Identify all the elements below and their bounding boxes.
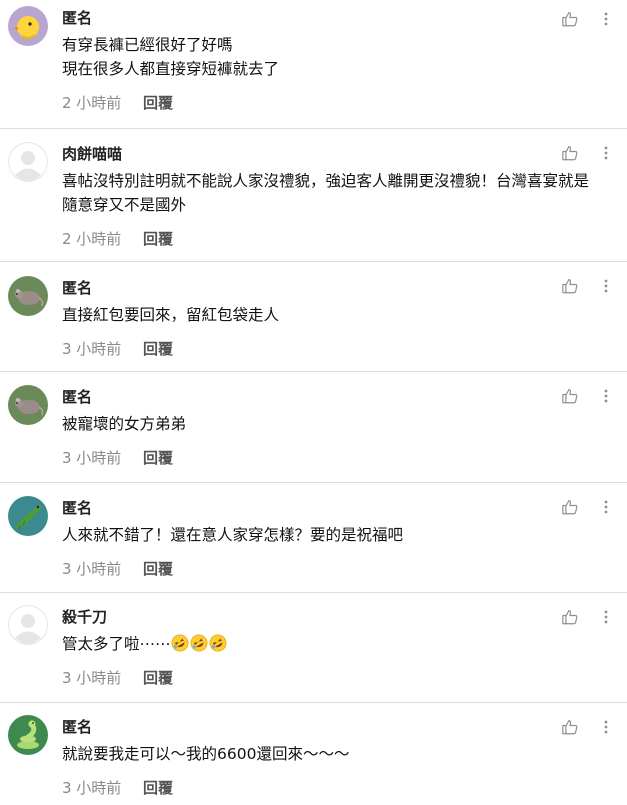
default-user-icon[interactable] (8, 142, 48, 182)
comment-author[interactable]: 匿名 (62, 498, 627, 518)
comment-item: 匿名就說要我走可以～我的6600還回來～～～ 3 小時前 回覆 (0, 702, 627, 805)
reply-button[interactable]: 回覆 (143, 92, 173, 113)
default-user-icon[interactable] (8, 605, 48, 645)
comment-meta: 3 小時前 回覆 (62, 446, 627, 468)
comment-meta: 3 小時前 回覆 (62, 776, 627, 798)
comment-meta: 3 小時前 回覆 (62, 557, 627, 579)
comment-text: 直接紅包要回來，留紅包袋走人 (62, 306, 280, 324)
comment-item: 肉餅喵喵喜帖沒特別註明就不能說人家沒禮貌，強迫客人離開更沒禮貌！台灣喜宴就是 隨… (0, 128, 627, 261)
more-vertical-icon[interactable] (601, 716, 611, 738)
reply-button[interactable]: 回覆 (143, 558, 173, 579)
comment-author[interactable]: 肉餅喵喵 (62, 144, 627, 164)
timestamp: 2 小時前 (62, 93, 122, 112)
more-vertical-icon[interactable] (601, 275, 611, 297)
more-vertical-icon[interactable] (601, 142, 611, 164)
comment-author[interactable]: 匿名 (62, 8, 627, 28)
comment-item: 匿名直接紅包要回來，留紅包袋走人 3 小時前 回覆 (0, 261, 627, 371)
thumbs-up-icon[interactable] (559, 142, 581, 164)
thumbs-up-icon[interactable] (559, 606, 581, 628)
comment-meta: 2 小時前 回覆 (62, 227, 627, 249)
comment-item: 匿名被寵壞的女方弟弟 3 小時前 回覆 (0, 371, 627, 482)
comment-meta: 3 小時前 回覆 (62, 666, 627, 688)
more-vertical-icon[interactable] (601, 606, 611, 628)
comment-item: 殺千刀管太多了啦⋯⋯ 3 小時前 回覆 (0, 592, 627, 702)
chick-icon[interactable] (8, 6, 48, 46)
thumbs-up-icon[interactable] (559, 385, 581, 407)
thumbs-up-icon[interactable] (559, 716, 581, 738)
comment-meta: 3 小時前 回覆 (62, 337, 627, 359)
timestamp: 3 小時前 (62, 778, 122, 797)
more-vertical-icon[interactable] (601, 496, 611, 518)
crocodile-icon[interactable] (8, 496, 48, 536)
reply-button[interactable]: 回覆 (143, 777, 173, 798)
reply-button[interactable]: 回覆 (143, 447, 173, 468)
reply-button[interactable]: 回覆 (143, 338, 173, 359)
comment-author[interactable]: 殺千刀 (62, 607, 627, 627)
comment-meta: 2 小時前 回覆 (62, 91, 627, 113)
comment-item: 匿名有穿長褲已經很好了好嗎 現在很多人都直接穿短褲就去了 2 小時前 回覆 (0, 0, 627, 128)
rat-icon[interactable] (8, 276, 48, 316)
comment-author[interactable]: 匿名 (62, 278, 627, 298)
snake-icon[interactable] (8, 715, 48, 755)
rolling-on-floor-laughing-icon (209, 634, 227, 652)
more-vertical-icon[interactable] (601, 385, 611, 407)
comment-list: 匿名 有穿長褲已經很好了好嗎 現在很多人都直接穿短褲就去了 2 小時前 回覆 肉餅喵喵喜… (0, 0, 627, 805)
comment-text: 人來就不錯了！還在意人家穿怎樣？要的是祝福吧 (62, 526, 404, 544)
comment-text: 有穿長褲已經很好了好嗎 現在很多人都直接穿短褲就去了 (62, 36, 280, 78)
comment-author[interactable]: 匿名 (62, 387, 627, 407)
timestamp: 3 小時前 (62, 448, 122, 467)
comment-text: 就說要我走可以～我的6600還回來～～～ (62, 745, 350, 763)
reply-button[interactable]: 回覆 (143, 667, 173, 688)
thumbs-up-icon[interactable] (559, 8, 581, 30)
comment-item: 匿名人來就不錯了！還在意人家穿怎樣？要的是祝福吧 3 小時前 回覆 (0, 482, 627, 592)
rolling-on-floor-laughing-icon (171, 634, 189, 652)
rolling-on-floor-laughing-icon (190, 634, 208, 652)
rat-icon[interactable] (8, 385, 48, 425)
comment-text: 被寵壞的女方弟弟 (62, 415, 187, 433)
reply-button[interactable]: 回覆 (143, 228, 173, 249)
comment-text: 喜帖沒特別註明就不能說人家沒禮貌，強迫客人離開更沒禮貌！台灣喜宴就是 隨意穿又不… (62, 172, 590, 214)
more-vertical-icon[interactable] (601, 8, 611, 30)
comment-author[interactable]: 匿名 (62, 717, 627, 737)
timestamp: 3 小時前 (62, 339, 122, 358)
thumbs-up-icon[interactable] (559, 275, 581, 297)
timestamp: 3 小時前 (62, 559, 122, 578)
timestamp: 2 小時前 (62, 229, 122, 248)
comment-text: 管太多了啦⋯⋯ (62, 632, 627, 656)
thumbs-up-icon[interactable] (559, 496, 581, 518)
timestamp: 3 小時前 (62, 668, 122, 687)
